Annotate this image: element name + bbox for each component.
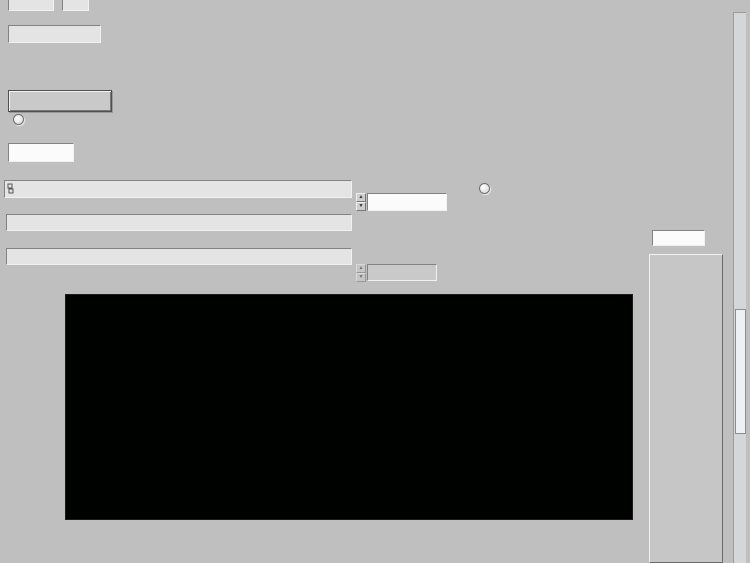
scrollbar-thumb[interactable] [735,309,746,434]
waveform-graph-canvas [65,294,633,520]
graph-history-input[interactable] [367,264,437,281]
last-cmd-error-field [6,214,352,231]
max-file-size-input[interactable] [367,193,447,211]
graph-history-spinner[interactable]: ▲▼ [356,264,366,282]
max-file-size-spinner[interactable]: ▲▼ [356,193,366,211]
vertical-scrollbar[interactable] [733,12,746,563]
channel-table [0,0,750,190]
iterations-field [652,230,705,246]
disable-scaling-radio[interactable] [479,183,490,194]
front-panel: ▲▼ ▲▼ [0,0,750,563]
plot-legend [649,254,723,563]
last-stream-error-field [6,248,352,265]
waveform-plot [66,295,634,521]
